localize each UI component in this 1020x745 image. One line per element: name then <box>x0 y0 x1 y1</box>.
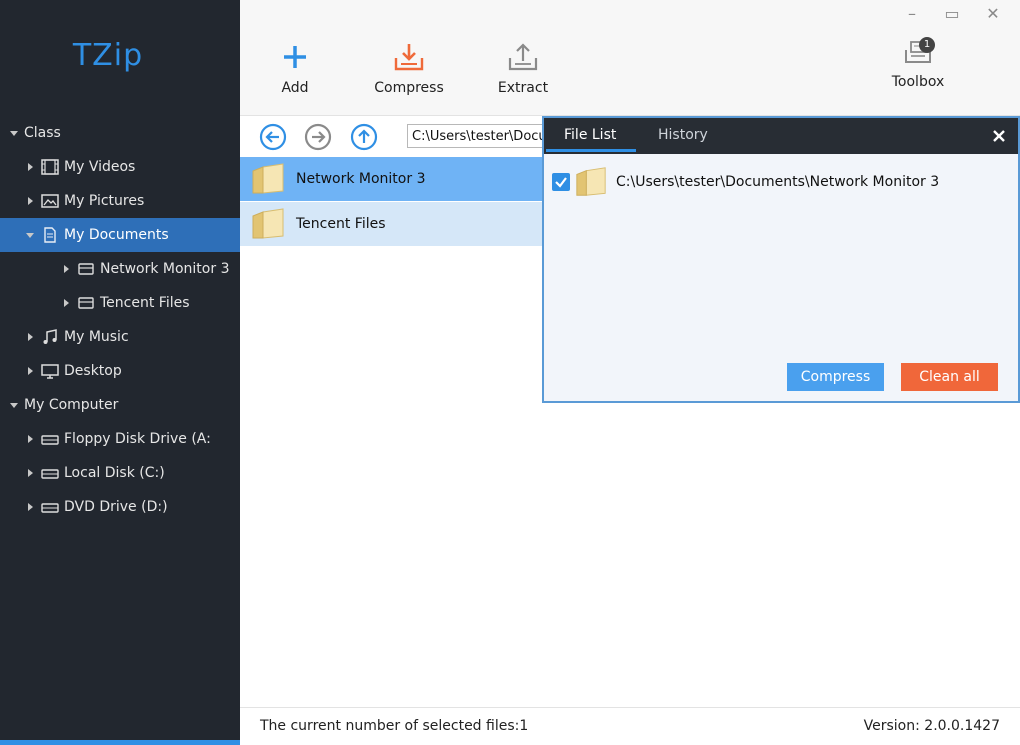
plus-icon <box>278 40 312 74</box>
checkbox-checked-icon[interactable] <box>552 173 570 191</box>
tree-node-my-music[interactable]: My Music <box>0 320 240 354</box>
extract-label: Extract <box>497 80 549 96</box>
tree-label: My Music <box>64 329 129 345</box>
tree-label: Floppy Disk Drive (A: <box>64 431 211 447</box>
chevron-right-icon[interactable] <box>24 195 36 207</box>
chevron-right-icon[interactable] <box>24 433 36 445</box>
tree-label: Class <box>24 125 61 141</box>
compress-button[interactable]: Compress <box>364 40 454 96</box>
toolbox-label: Toolbox <box>891 74 945 90</box>
list-item[interactable]: C:\Users\tester\Documents\Network Monito… <box>552 164 939 200</box>
minimize-button[interactable]: – <box>900 6 924 22</box>
film-icon <box>40 158 60 176</box>
sidebar-accent-bar <box>0 740 240 745</box>
tree-node-local-disk[interactable]: Local Disk (C:) <box>0 456 240 490</box>
tree-node-my-documents[interactable]: My Documents <box>0 218 240 252</box>
tree-label: Local Disk (C:) <box>64 465 165 481</box>
tree-node-tencent-files[interactable]: Tencent Files <box>0 286 240 320</box>
add-button[interactable]: Add <box>250 40 340 96</box>
panel-content: C:\Users\tester\Documents\Network Monito… <box>544 154 1018 401</box>
tree-node-my-videos[interactable]: My Videos <box>0 150 240 184</box>
forward-arrow-icon[interactable] <box>304 123 332 151</box>
tree-node-my-computer[interactable]: My Computer <box>0 388 240 422</box>
music-note-icon <box>40 328 60 346</box>
tree-node-class[interactable]: Class <box>0 116 240 150</box>
extract-tray-icon <box>506 40 540 74</box>
drive-icon <box>40 430 60 448</box>
tree-node-desktop[interactable]: Desktop <box>0 354 240 388</box>
tree-label: Tencent Files <box>100 295 190 311</box>
compress-label: Compress <box>374 80 444 96</box>
file-name: Network Monitor 3 <box>296 171 426 187</box>
list-item-path: C:\Users\tester\Documents\Network Monito… <box>616 174 940 190</box>
version-text: Version: 2.0.0.1427 <box>863 718 1000 734</box>
clean-all-button[interactable]: Clean all <box>901 363 998 391</box>
folder-tray-icon <box>76 260 96 278</box>
tree-label: Desktop <box>64 363 122 379</box>
folder-tree: Class My Videos My Pictures My Documents <box>0 116 240 524</box>
folder-tray-icon <box>76 294 96 312</box>
status-bar: The current number of selected files:1 V… <box>240 707 1020 745</box>
chevron-right-icon[interactable] <box>24 365 36 377</box>
toolbar: – ▭ ✕ Add Compress Extract Toolbox 1 <box>240 0 1020 116</box>
toolbox-button[interactable]: Toolbox <box>873 34 963 90</box>
tree-label: My Videos <box>64 159 136 175</box>
chevron-right-icon[interactable] <box>24 467 36 479</box>
close-button[interactable]: ✕ <box>981 6 1005 22</box>
tab-history[interactable]: History <box>658 127 708 143</box>
maximize-button[interactable]: ▭ <box>940 6 964 22</box>
folder-icon <box>250 161 286 197</box>
panel-compress-button[interactable]: Compress <box>787 363 884 391</box>
drive-icon <box>40 464 60 482</box>
chevron-right-icon[interactable] <box>60 263 72 275</box>
tree-label: My Pictures <box>64 193 145 209</box>
active-tab-indicator <box>546 149 636 152</box>
panel-tabs: File List History <box>544 118 1018 154</box>
app-logo: TZip <box>72 38 144 73</box>
tab-file-list[interactable]: File List <box>564 127 616 143</box>
chevron-right-icon[interactable] <box>24 161 36 173</box>
tree-node-dvd-drive[interactable]: DVD Drive (D:) <box>0 490 240 524</box>
chevron-right-icon[interactable] <box>60 297 72 309</box>
folder-icon <box>574 164 608 200</box>
chevron-right-icon[interactable] <box>24 331 36 343</box>
tree-node-network-monitor-3[interactable]: Network Monitor 3 <box>0 252 240 286</box>
tree-label: My Computer <box>24 397 119 413</box>
up-arrow-icon[interactable] <box>350 123 378 151</box>
tree-label: Network Monitor 3 <box>100 261 230 277</box>
tree-node-my-pictures[interactable]: My Pictures <box>0 184 240 218</box>
extract-button[interactable]: Extract <box>478 40 568 96</box>
picture-icon <box>40 192 60 210</box>
drive-icon <box>40 498 60 516</box>
close-icon[interactable] <box>990 127 1008 145</box>
tree-node-floppy-drive[interactable]: Floppy Disk Drive (A: <box>0 422 240 456</box>
toolbox-badge: 1 <box>919 37 935 53</box>
compress-tray-icon <box>392 40 426 74</box>
file-name: Tencent Files <box>296 216 386 232</box>
add-label: Add <box>281 80 309 96</box>
tree-label: DVD Drive (D:) <box>64 499 168 515</box>
tree-label: My Documents <box>64 227 169 243</box>
chevron-down-icon[interactable] <box>8 399 20 411</box>
chevron-down-icon[interactable] <box>24 229 36 241</box>
chevron-down-icon[interactable] <box>8 127 20 139</box>
selected-count-text: The current number of selected files:1 <box>260 718 529 734</box>
monitor-icon <box>40 362 60 380</box>
back-arrow-icon[interactable] <box>259 123 287 151</box>
document-icon <box>40 226 60 244</box>
folder-icon <box>250 206 286 242</box>
chevron-right-icon[interactable] <box>24 501 36 513</box>
file-list-panel: File List History C:\Users\tester\Docume… <box>542 116 1020 403</box>
sidebar: TZip Class My Videos My Pictures My Docu… <box>0 0 240 745</box>
